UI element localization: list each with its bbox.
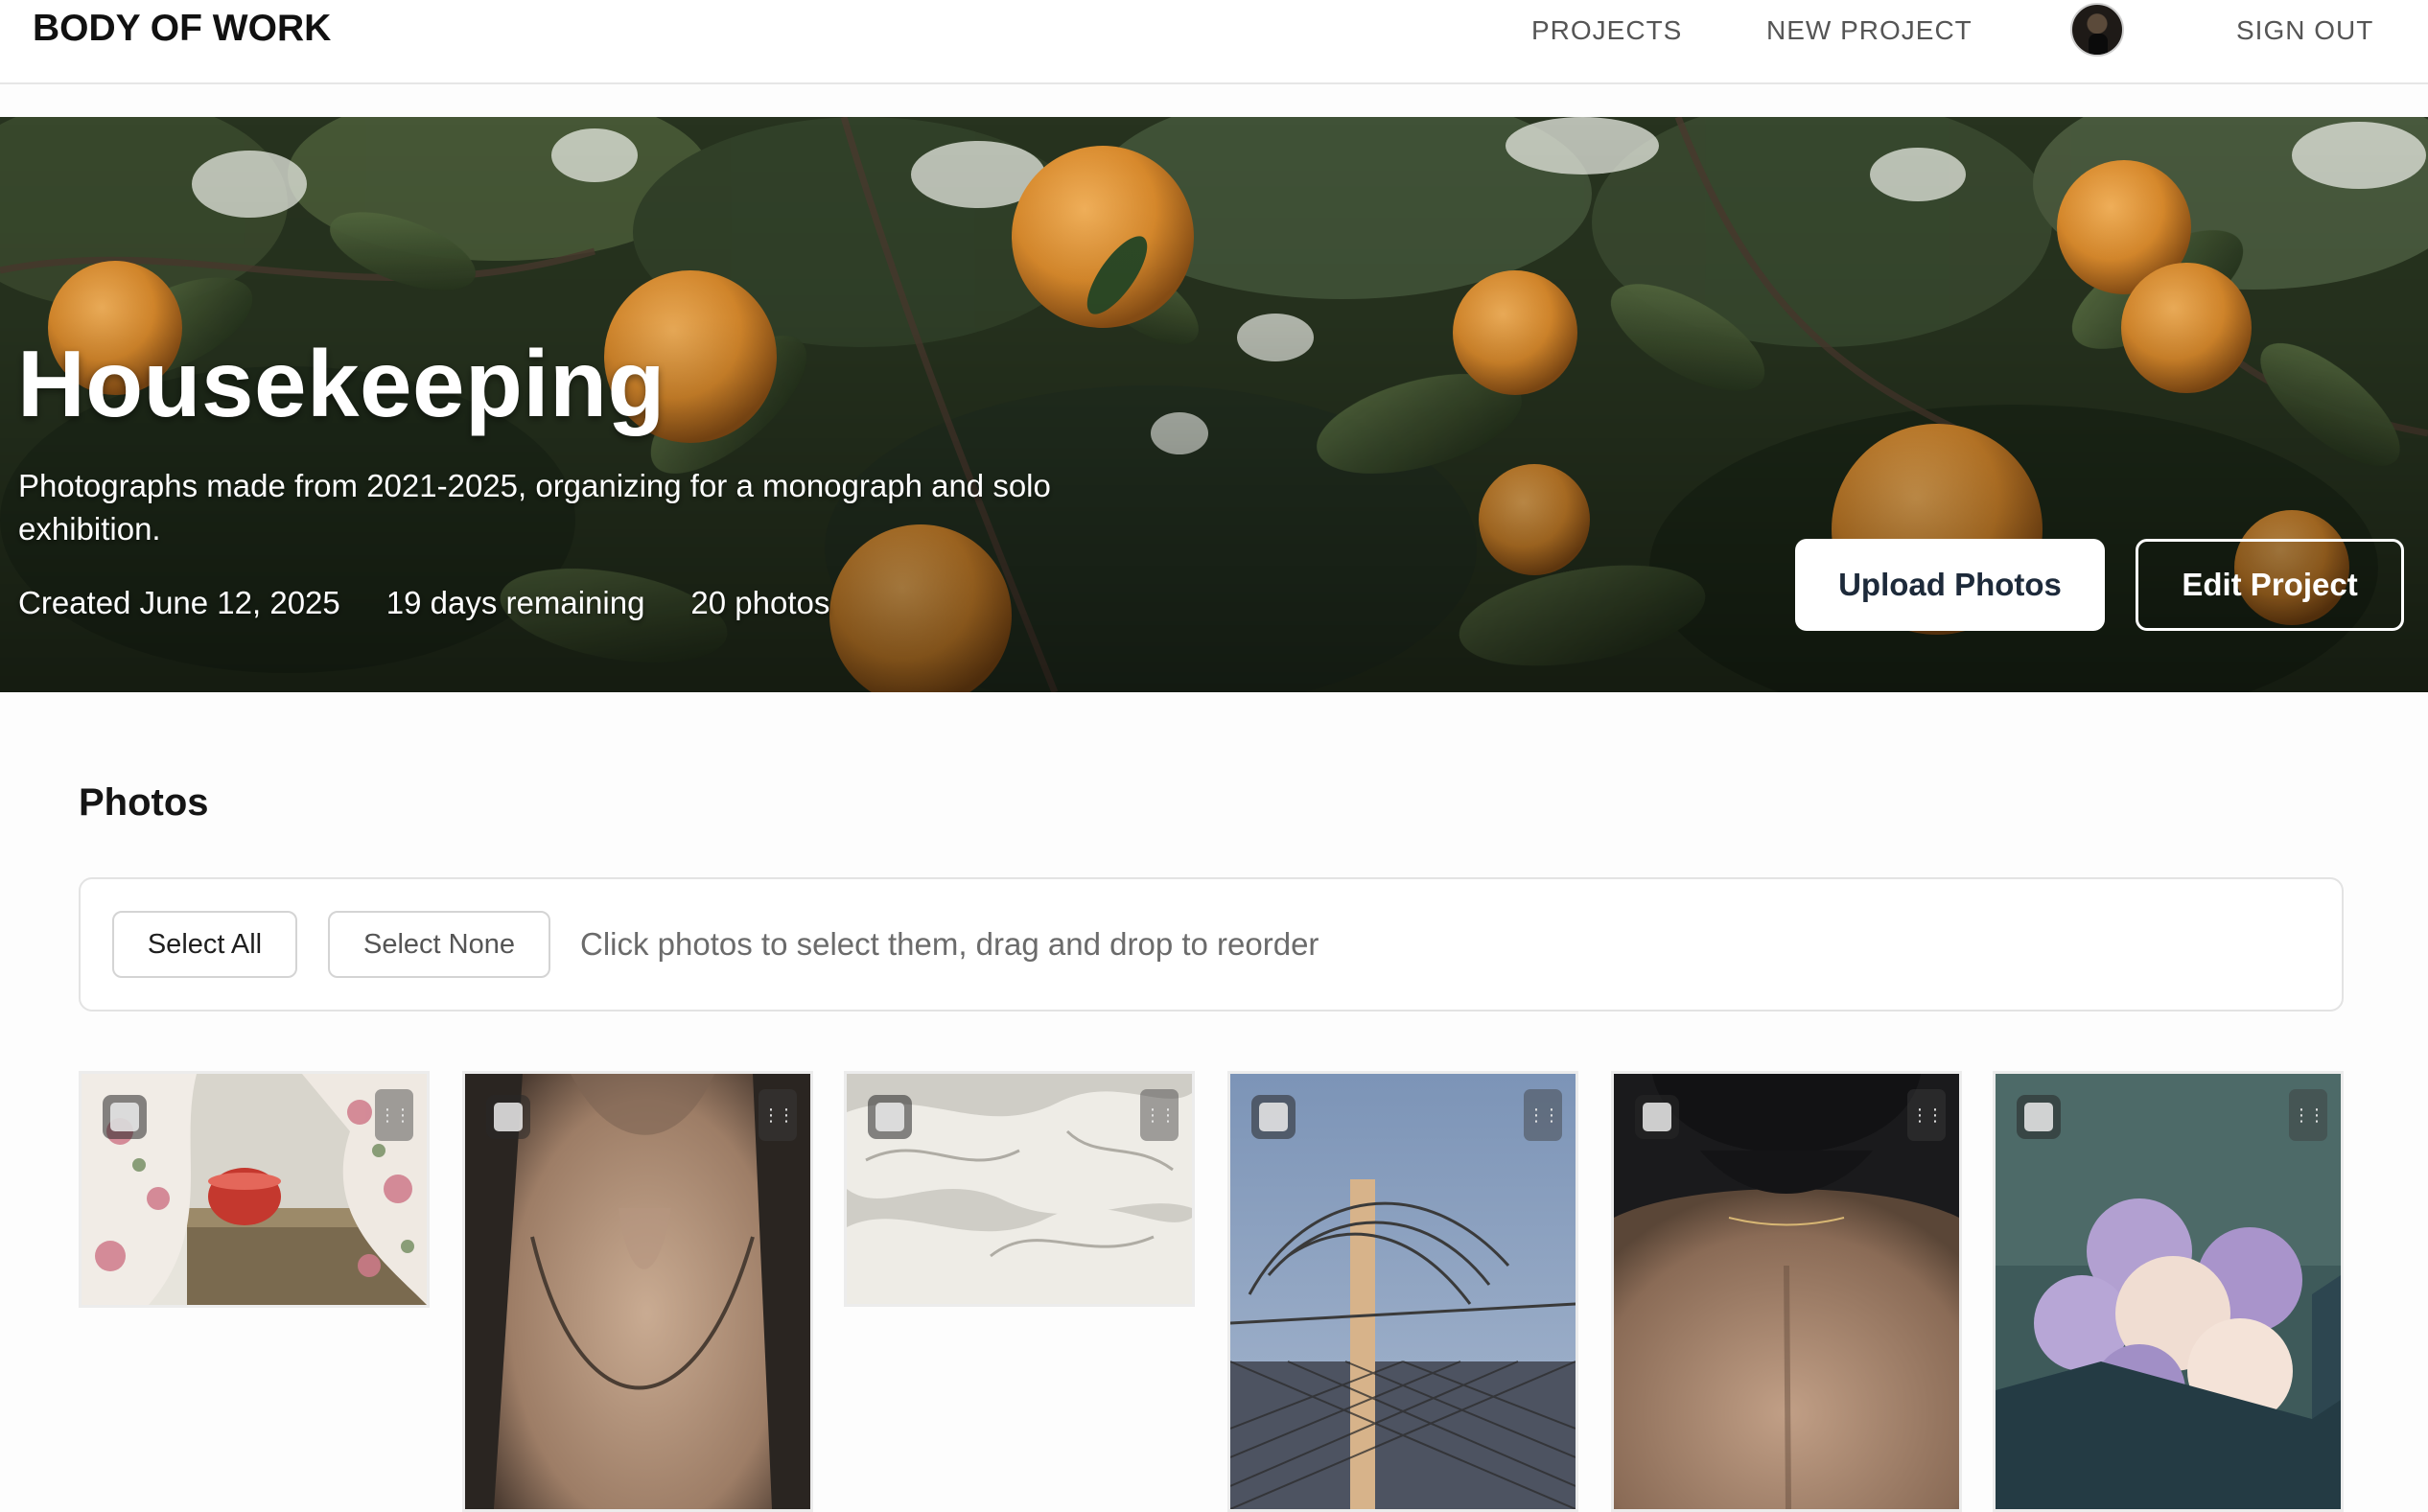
- photo-card[interactable]: ⋮⋮: [462, 1071, 813, 1512]
- nav-link-new-project[interactable]: NEW PROJECT: [1766, 15, 1973, 46]
- checkbox-icon: [110, 1103, 139, 1131]
- checkbox-icon: [2024, 1103, 2053, 1131]
- drag-handle-icon[interactable]: ⋮⋮: [759, 1089, 797, 1141]
- photo-card[interactable]: ⋮⋮: [1227, 1071, 1578, 1512]
- user-avatar[interactable]: [2070, 3, 2124, 57]
- select-checkbox[interactable]: [1635, 1095, 1679, 1139]
- photo-count: 20 photos: [690, 585, 830, 620]
- photo-card[interactable]: ⋮⋮: [844, 1071, 1195, 1307]
- drag-handle-icon[interactable]: ⋮⋮: [1140, 1089, 1179, 1141]
- project-description: Photographs made from 2021-2025, organiz…: [18, 468, 1051, 547]
- edit-project-button[interactable]: Edit Project: [2136, 539, 2404, 631]
- top-navbar: BODY OF WORK PROJECTS NEW PROJECT SIGN O…: [0, 0, 2428, 84]
- created-date: Created June 12, 2025: [18, 585, 340, 620]
- photo-thumbnail: [1614, 1074, 1959, 1509]
- drag-handle-icon[interactable]: ⋮⋮: [2289, 1089, 2327, 1141]
- brand-logo[interactable]: BODY OF WORK: [33, 8, 331, 50]
- project-meta: Created June 12, 2025 19 days remaining …: [18, 585, 829, 621]
- drag-handle-icon[interactable]: ⋮⋮: [1524, 1089, 1562, 1141]
- select-none-button[interactable]: Select None: [328, 911, 550, 978]
- photo-card[interactable]: ⋮⋮: [79, 1071, 430, 1308]
- nav-link-sign-out[interactable]: SIGN OUT: [2236, 15, 2373, 46]
- select-checkbox[interactable]: [2017, 1095, 2061, 1139]
- checkbox-icon: [875, 1103, 904, 1131]
- checkbox-icon: [494, 1103, 523, 1131]
- drag-handle-icon[interactable]: ⋮⋮: [375, 1089, 413, 1141]
- nav-link-projects[interactable]: PROJECTS: [1531, 15, 1682, 46]
- selection-toolbar: Select All Select None Click photos to s…: [79, 877, 2344, 1012]
- select-all-button[interactable]: Select All: [112, 911, 297, 978]
- photo-thumbnail: [1230, 1074, 1576, 1509]
- select-checkbox[interactable]: [868, 1095, 912, 1139]
- project-hero: Housekeeping Photographs made from 2021-…: [0, 117, 2428, 692]
- days-remaining: 19 days remaining: [385, 585, 645, 620]
- selection-hint: Click photos to select them, drag and dr…: [580, 926, 1319, 962]
- select-checkbox[interactable]: [103, 1095, 147, 1139]
- photo-thumbnail: [465, 1074, 810, 1509]
- checkbox-icon: [1259, 1103, 1288, 1131]
- select-checkbox[interactable]: [486, 1095, 530, 1139]
- drag-handle-icon[interactable]: ⋮⋮: [1907, 1089, 1946, 1141]
- checkbox-icon: [1643, 1103, 1671, 1131]
- photo-card[interactable]: ⋮⋮: [1993, 1071, 2344, 1512]
- photos-section-title: Photos: [79, 781, 209, 824]
- upload-photos-button[interactable]: Upload Photos: [1795, 539, 2105, 631]
- photo-thumbnail: [1996, 1074, 2341, 1509]
- project-title: Housekeeping: [17, 331, 665, 436]
- select-checkbox[interactable]: [1251, 1095, 1296, 1139]
- photo-card[interactable]: ⋮⋮: [1611, 1071, 1962, 1512]
